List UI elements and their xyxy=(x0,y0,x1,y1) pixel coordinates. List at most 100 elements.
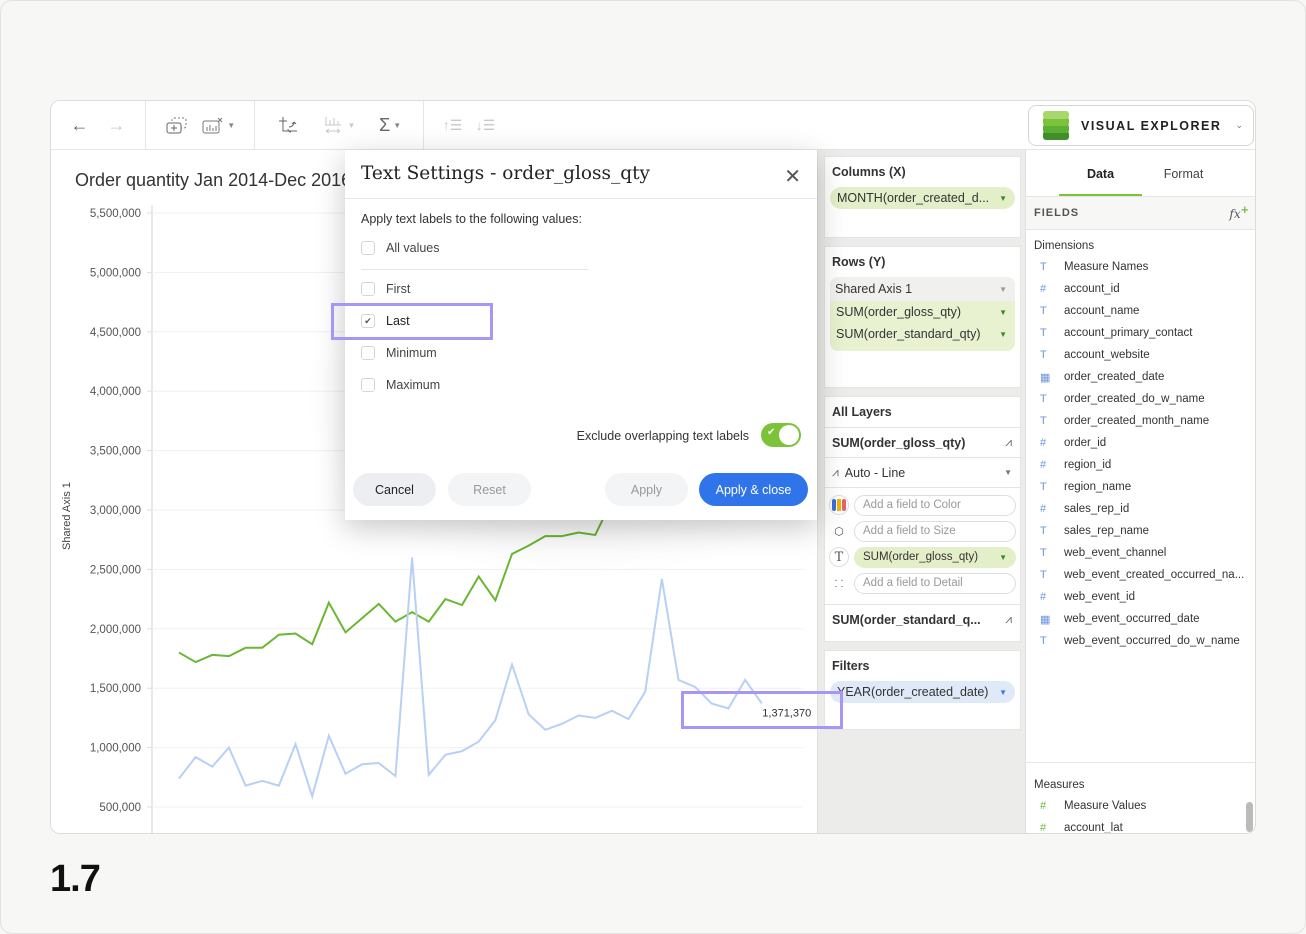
close-icon[interactable]: ✕ xyxy=(784,164,801,189)
option-label: Minimum xyxy=(386,346,437,360)
dimension-field[interactable]: Tsales_rep_name xyxy=(1026,520,1255,542)
layer-gloss[interactable]: SUM(order_gloss_qty) ⩘ xyxy=(825,427,1020,457)
dimension-field[interactable]: # web_event_id xyxy=(1026,586,1255,608)
add-calculated-field-icon[interactable]: fx+ xyxy=(1229,205,1249,221)
number-icon: # xyxy=(1040,591,1047,603)
checkbox[interactable] xyxy=(361,282,375,296)
exclude-overlap-toggle[interactable]: ✔ xyxy=(761,423,801,447)
mark-type-dropdown[interactable]: ⩘ Auto - Line ▼ xyxy=(825,457,1020,487)
number-icon: # xyxy=(1040,459,1047,471)
cancel-button[interactable]: Cancel xyxy=(353,473,436,506)
options-divider xyxy=(361,269,588,270)
shared-axis-header[interactable]: Shared Axis 1 ▼ xyxy=(830,277,1015,301)
layer-standard[interactable]: SUM(order_standard_q... ⩘ xyxy=(825,604,1020,634)
filters-shelf: Filters YEAR(order_created_date) ▼ xyxy=(824,650,1021,730)
fields-header: FIELDS fx+ xyxy=(1026,197,1255,230)
rows-shelf: Rows (Y) Shared Axis 1 ▼ SUM(order_gloss… xyxy=(824,246,1021,388)
rows-pill-gloss[interactable]: SUM(order_gloss_qty) ▼ xyxy=(830,301,1015,323)
arrow-left-icon[interactable]: ← xyxy=(71,111,89,141)
dimension-field[interactable]: # account_id xyxy=(1026,278,1255,300)
option-minimum[interactable]: Minimum xyxy=(361,346,437,360)
number-icon: # xyxy=(1040,822,1047,834)
modal-subtitle: Apply text labels to the following value… xyxy=(361,212,582,226)
filter-pill[interactable]: YEAR(order_created_date) ▼ xyxy=(830,681,1015,703)
series-line-sumorder_gloss_qty[interactable] xyxy=(178,557,763,800)
reset-button[interactable]: Reset xyxy=(448,473,531,506)
checkbox[interactable] xyxy=(361,378,375,392)
option-first[interactable]: First xyxy=(361,282,410,296)
dimension-field[interactable]: Tweb_event_created_occurred_na... xyxy=(1026,564,1255,586)
option-all-values[interactable]: All values xyxy=(361,241,440,255)
dimension-field[interactable]: ▦ web_event_occurred_date xyxy=(1026,608,1255,630)
y-tick-label: 1,500,000 xyxy=(90,683,141,695)
rows-pill-standard[interactable]: SUM(order_standard_qty) ▼ xyxy=(830,323,1015,345)
dimension-field[interactable]: T Measure Names xyxy=(1026,256,1255,278)
swap-axes-icon[interactable] xyxy=(277,111,299,141)
checkbox[interactable] xyxy=(361,346,375,360)
measures-list: # Measure Values # account_lat xyxy=(1026,795,1255,834)
chevron-down-icon: ⌄ xyxy=(1235,120,1243,130)
text-icon: T xyxy=(1040,305,1047,317)
apply-button[interactable]: Apply xyxy=(605,473,688,506)
aggregate-sigma-icon[interactable]: Σ ▼ xyxy=(379,111,401,141)
field-name: account_lat xyxy=(1064,822,1123,834)
sort-descending-icon[interactable]: ↓☰ xyxy=(476,111,496,141)
field-name: account_name xyxy=(1064,305,1140,317)
text-icon: T xyxy=(1040,393,1047,405)
modal-title: Text Settings - order_gloss_qty xyxy=(361,163,650,184)
add-layer-icon[interactable] xyxy=(165,111,189,141)
dimension-field[interactable]: Tweb_event_occurred_do_w_name xyxy=(1026,630,1255,652)
layers-title: All Layers xyxy=(832,405,892,419)
size-field-dropzone[interactable]: Add a field to Size xyxy=(854,520,1016,542)
caret-down-icon: ▼ xyxy=(999,552,1007,562)
apply-close-button[interactable]: Apply & close xyxy=(699,473,808,506)
detail-field-dropzone[interactable]: Add a field to Detail xyxy=(854,572,1016,594)
size-shapes-icon[interactable]: ⬡ xyxy=(829,521,849,541)
series-line-sumorder_standard_qty[interactable] xyxy=(178,500,613,664)
mark-type-label: Auto - Line xyxy=(844,465,906,480)
text-t-icon[interactable]: T xyxy=(829,547,849,567)
dimension-field[interactable]: Taccount_primary_contact xyxy=(1026,322,1255,344)
field-name: region_name xyxy=(1064,481,1132,493)
caret-down-icon: ▼ xyxy=(999,284,1007,294)
dimension-field[interactable]: # region_id xyxy=(1026,454,1255,476)
dimension-field[interactable]: Torder_created_do_w_name xyxy=(1026,388,1255,410)
sort-ascending-icon[interactable]: ↑☰ xyxy=(443,111,463,141)
checkbox[interactable]: ✔ xyxy=(361,314,375,328)
app-switcher-dropdown[interactable]: VISUAL EXPLORER ⌄ xyxy=(1028,105,1254,146)
color-palette-icon[interactable] xyxy=(829,495,849,515)
color-field-dropzone[interactable]: Add a field to Color xyxy=(854,494,1016,516)
checkbox[interactable] xyxy=(361,241,375,255)
option-last[interactable]: ✔ Last xyxy=(361,314,410,328)
dimension-field[interactable]: ▦ order_created_date xyxy=(1026,366,1255,388)
detail-icon[interactable]: ⸬ xyxy=(829,573,849,593)
text-field-pill[interactable]: SUM(order_gloss_qty) ▼ xyxy=(854,546,1016,568)
dimension-field[interactable]: Taccount_name xyxy=(1026,300,1255,322)
y-tick-label: 3,000,000 xyxy=(90,505,141,517)
columns-pill[interactable]: MONTH(order_created_d... ▼ xyxy=(830,187,1015,209)
dimension-field[interactable]: Taccount_website xyxy=(1026,344,1255,366)
check-icon: ✔ xyxy=(767,427,776,438)
field-name: web_event_channel xyxy=(1064,547,1167,559)
measure-field[interactable]: # account_lat xyxy=(1026,817,1255,834)
toggle-knob xyxy=(779,425,799,445)
fields-scrollbar[interactable] xyxy=(1246,802,1253,832)
measure-field[interactable]: # Measure Values xyxy=(1026,795,1255,817)
option-maximum[interactable]: Maximum xyxy=(361,378,440,392)
dimension-field[interactable]: Torder_created_month_name xyxy=(1026,410,1255,432)
dimension-field[interactable]: # sales_rep_id xyxy=(1026,498,1255,520)
dimension-field[interactable]: # order_id xyxy=(1026,432,1255,454)
field-name: order_created_month_name xyxy=(1064,415,1210,427)
dimension-field[interactable]: Tregion_name xyxy=(1026,476,1255,498)
arrow-right-icon[interactable]: → xyxy=(108,111,126,141)
clear-chart-icon[interactable]: ▼ xyxy=(202,111,235,141)
field-name: account_primary_contact xyxy=(1064,327,1193,339)
distribute-icon[interactable]: ▼ xyxy=(323,111,355,141)
text-icon: T xyxy=(1040,635,1047,647)
field-name: web_event_occurred_date xyxy=(1064,613,1200,625)
tab-data[interactable]: Data xyxy=(1059,150,1142,196)
dimension-field[interactable]: Tweb_event_channel xyxy=(1026,542,1255,564)
option-label: All values xyxy=(386,241,440,255)
tab-format[interactable]: Format xyxy=(1142,150,1225,196)
caret-down-icon: ▼ xyxy=(999,687,1007,697)
